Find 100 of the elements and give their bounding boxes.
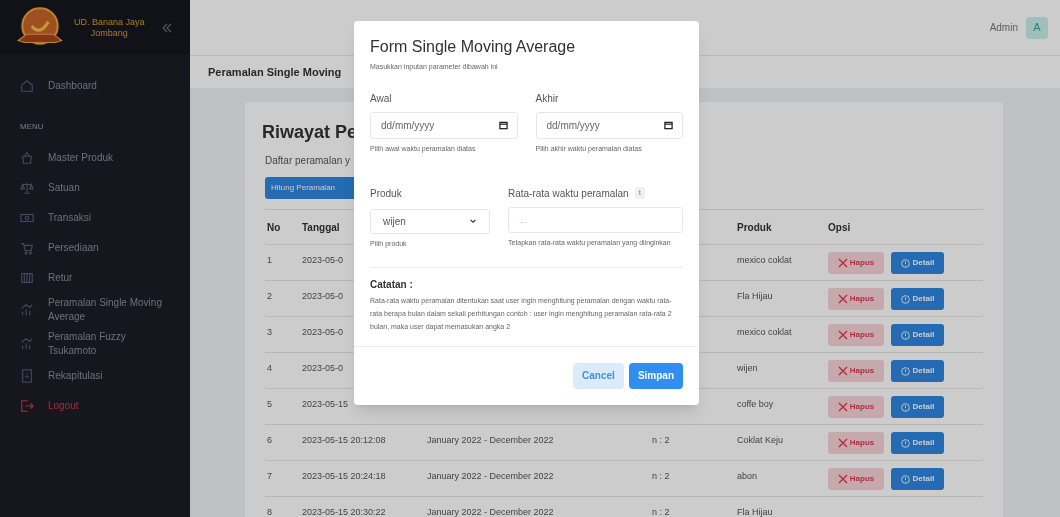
detail-button[interactable]: Detail	[891, 396, 944, 418]
table-cell: 2023-05-15 20:24:18	[302, 471, 386, 481]
date-field[interactable]: dd/mm/yyyy	[535, 111, 683, 139]
cart-icon	[20, 241, 34, 255]
info-icon	[900, 294, 910, 304]
delete-button[interactable]: Hapus	[828, 360, 884, 382]
close-icon	[837, 402, 848, 412]
delete-button[interactable]: Hapus	[828, 396, 884, 418]
table-cell-text: 2	[266, 290, 273, 302]
detail-button[interactable]: Detail	[891, 360, 944, 382]
table-cell: 2023-05-15	[302, 399, 349, 409]
table-cell: 2023-05-15 20:30:22	[302, 507, 386, 517]
detail-button[interactable]: Detail	[891, 288, 944, 310]
info-icon	[900, 258, 910, 268]
table-cell: coffe boy	[737, 399, 774, 409]
dialog-title: Form Single Moving Average	[370, 37, 577, 57]
user-avatar[interactable]: A	[1026, 16, 1048, 39]
info-icon	[900, 330, 910, 340]
chart-icon	[20, 337, 34, 351]
card-subtitle: Daftar peramalan y	[265, 155, 351, 166]
table-cell: January 2022 - December 2022	[427, 435, 554, 445]
brand-name: UD. Banana Jaya	[74, 16, 145, 28]
column-header: No	[266, 220, 282, 235]
sidebar-item[interactable]: Dashboard	[20, 71, 170, 101]
menu-section-label: MENU	[20, 121, 45, 133]
delete-button[interactable]: Hapus	[828, 432, 884, 454]
brand-city: Jombang	[90, 27, 128, 39]
logout-link[interactable]: Logout	[20, 391, 170, 421]
sidebar-item[interactable]: Peramalan Single Moving Average	[20, 293, 170, 327]
sidebar-item[interactable]: Satuan	[20, 173, 170, 203]
logout-icon	[20, 399, 34, 413]
table-cell: mexico coklat	[737, 327, 792, 337]
table-cell: 2023-05-0	[302, 363, 344, 373]
column-header: Tanggal	[302, 221, 340, 233]
report-icon	[20, 369, 34, 383]
delete-button[interactable]: Hapus	[828, 252, 884, 274]
save-button[interactable]: Simpan	[628, 362, 683, 389]
delete-button[interactable]: Hapus	[828, 288, 884, 310]
field-label: Akhir	[535, 91, 559, 106]
detail-button[interactable]: Detail	[891, 468, 944, 490]
table-cell-text: 8	[266, 506, 273, 517]
sidebar-item[interactable]: Transaksi	[20, 203, 170, 233]
info-icon	[900, 474, 910, 484]
close-icon	[837, 294, 848, 304]
calendar-icon[interactable]	[664, 120, 673, 130]
banknote-icon	[20, 211, 34, 225]
chart-icon	[20, 303, 34, 317]
page-title: Peramalan Single Moving	[208, 64, 342, 80]
table-cell: January 2022 - December 2022	[427, 507, 554, 517]
field-label: Awal	[370, 91, 392, 106]
table-cell: Coklat Keju	[737, 435, 784, 445]
close-icon	[837, 258, 848, 268]
scale-icon	[20, 181, 34, 195]
info-icon	[900, 366, 910, 376]
sidebar-item[interactable]: Rekapitulasi	[20, 361, 170, 391]
sidebar-item[interactable]: Master Produk	[20, 143, 170, 173]
field-label: Rata-rata waktu peramalan	[508, 186, 629, 201]
table-cell: 2023-05-0	[302, 327, 344, 337]
close-icon	[837, 438, 848, 448]
table-cell: abon	[737, 471, 758, 481]
table-cell: 2023-05-0	[302, 255, 344, 265]
field-badge: t	[634, 187, 645, 199]
table-cell: wijen	[737, 363, 758, 373]
table-cell: n : 2	[652, 471, 670, 481]
note-title: Catatan :	[370, 277, 414, 292]
delete-button[interactable]: Hapus	[828, 324, 884, 346]
table-cell-text: 1	[266, 254, 273, 266]
detail-button[interactable]: Detail	[891, 252, 944, 274]
table-cell-text: 5	[266, 398, 273, 410]
table-cell: n : 2	[652, 435, 670, 445]
collapse-chevron-icon[interactable]	[160, 21, 173, 34]
close-icon	[837, 366, 848, 376]
average-period-field[interactable]: ...	[508, 206, 683, 233]
basket-icon	[20, 151, 34, 165]
table-cell: n : 2	[652, 507, 670, 517]
sidebar-item[interactable]: Persediaan	[20, 233, 170, 263]
sidebar-item[interactable]: Peramalan Fuzzy Tsukamoto	[20, 327, 170, 361]
table-cell-text: 3	[266, 326, 273, 338]
table-cell: Fla Hijau	[737, 291, 773, 301]
product-select[interactable]: wijen	[370, 208, 490, 234]
close-icon	[837, 330, 848, 340]
info-icon	[900, 402, 910, 412]
table-cell-text: 6	[266, 434, 273, 446]
table-cell: 2023-05-15 20:12:08	[302, 435, 386, 445]
cancel-button[interactable]: Cancel	[573, 362, 624, 389]
sidebar-item[interactable]: Retur	[20, 263, 170, 293]
column-header: Opsi	[828, 220, 851, 235]
detail-button[interactable]: Detail	[891, 432, 944, 454]
user-name: Admin	[989, 21, 1018, 35]
table-cell: January 2022 - December 2022	[427, 471, 554, 481]
chevron-down-icon	[469, 217, 477, 225]
delete-button[interactable]: Hapus	[828, 468, 884, 490]
calendar-icon[interactable]	[498, 120, 508, 130]
table-cell-text: 7	[266, 470, 273, 482]
detail-button[interactable]: Detail	[891, 324, 944, 346]
date-field[interactable]: dd/mm/yyyy	[370, 111, 518, 139]
boxes-icon	[20, 271, 34, 285]
column-header: Produk	[737, 220, 773, 235]
table-cell: 2023-05-0	[302, 291, 344, 301]
table-cell-text: 4	[266, 362, 273, 374]
